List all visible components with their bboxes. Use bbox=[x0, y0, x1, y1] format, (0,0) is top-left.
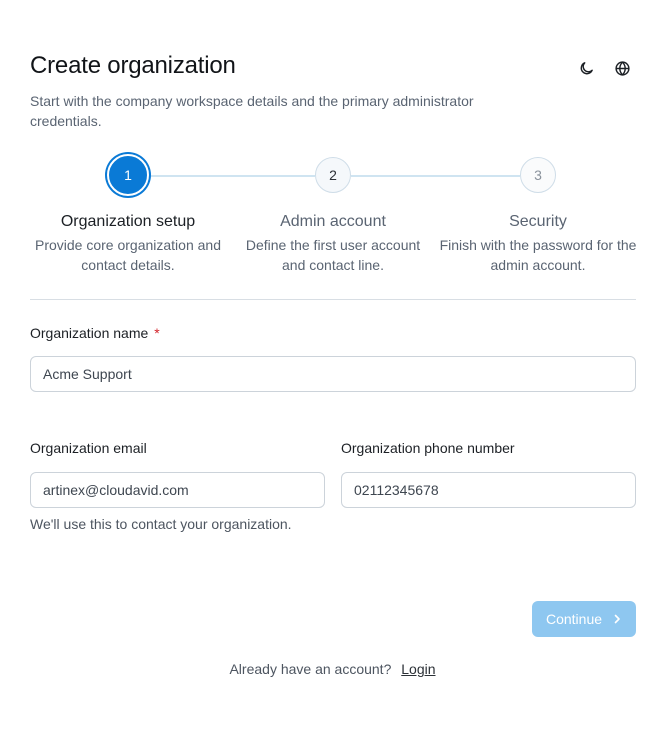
login-link[interactable]: Login bbox=[401, 661, 435, 677]
step-2-description: Define the first user account and contac… bbox=[245, 237, 421, 273]
login-prompt-text: Already have an account? bbox=[229, 661, 392, 677]
section-divider bbox=[30, 299, 636, 300]
header-actions bbox=[577, 57, 631, 79]
login-prompt: Already have an account? Login bbox=[0, 661, 665, 677]
step-connector-2 bbox=[351, 175, 520, 177]
org-name-input[interactable]: Acme Support bbox=[30, 356, 636, 392]
org-email-hint: We'll use this to contact your organizat… bbox=[30, 516, 292, 532]
org-name-label: Organization name * bbox=[30, 325, 160, 341]
language-button[interactable] bbox=[613, 57, 631, 79]
moon-icon bbox=[580, 61, 593, 74]
org-phone-input[interactable]: 02112345678 bbox=[341, 472, 636, 508]
continue-button[interactable]: Continue bbox=[532, 601, 636, 637]
page-subtitle: Start with the company workspace details… bbox=[30, 93, 474, 129]
step-3-label: Security bbox=[509, 213, 567, 230]
chevron-right-icon bbox=[614, 614, 620, 624]
step-3-number: 3 bbox=[534, 167, 542, 183]
step-3-circle[interactable]: 3 bbox=[520, 157, 556, 193]
create-organization-page: Create organization Start with the compa… bbox=[0, 0, 665, 730]
step-1-description: Provide core organization and contact de… bbox=[34, 237, 221, 273]
step-2-circle[interactable]: 2 bbox=[315, 157, 351, 193]
required-mark: * bbox=[154, 325, 160, 341]
org-name-value: Acme Support bbox=[43, 366, 132, 382]
stepper: 1 2 3 Organization setup Admin account S… bbox=[0, 150, 665, 280]
org-email-input[interactable]: artinex@cloudavid.com bbox=[30, 472, 325, 508]
step-1-circle[interactable]: 1 bbox=[107, 154, 149, 196]
step-1-label: Organization setup bbox=[60, 213, 196, 230]
globe-icon bbox=[614, 60, 630, 76]
org-phone-label: Organization phone number bbox=[341, 440, 515, 456]
step-3-description: Finish with the password for the admin a… bbox=[439, 237, 637, 273]
continue-button-label: Continue bbox=[545, 611, 603, 627]
step-2-number: 2 bbox=[329, 167, 337, 183]
step-connector-1 bbox=[149, 175, 315, 177]
org-email-label: Organization email bbox=[30, 440, 147, 456]
step-2-label: Admin account bbox=[280, 213, 386, 230]
theme-toggle-button[interactable] bbox=[577, 57, 595, 79]
org-phone-value: 02112345678 bbox=[354, 482, 439, 498]
step-1-number: 1 bbox=[124, 167, 132, 183]
org-email-value: artinex@cloudavid.com bbox=[43, 482, 189, 498]
page-title: Create organization bbox=[30, 52, 236, 79]
org-name-label-text: Organization name bbox=[30, 325, 149, 341]
